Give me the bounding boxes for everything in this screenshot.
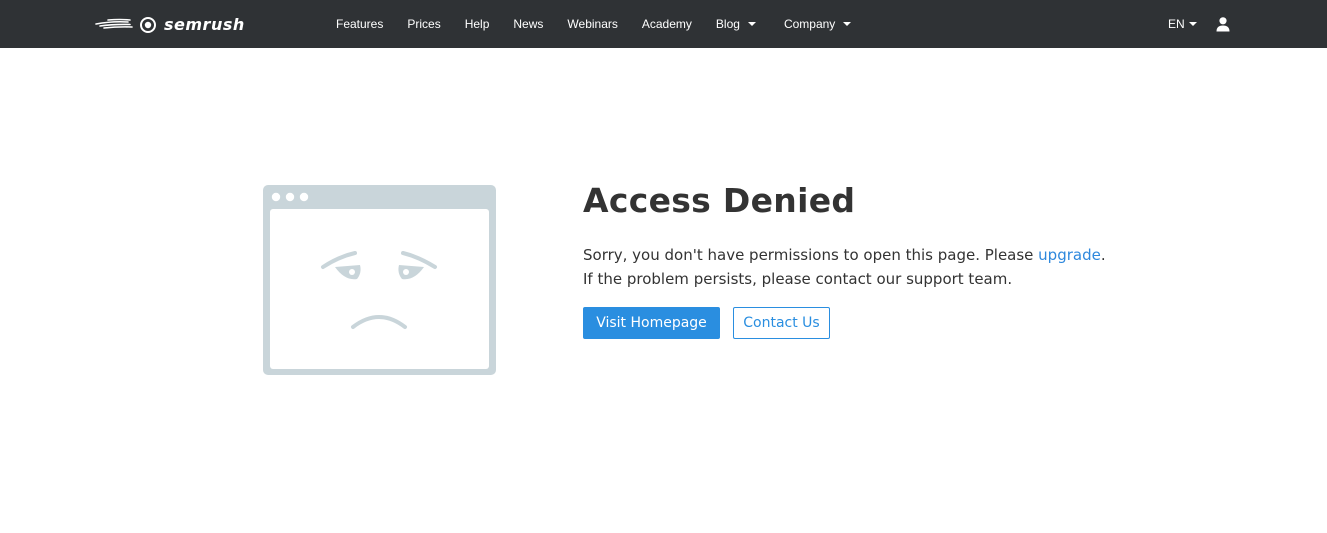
nav-blog-dropdown[interactable]: Blog <box>716 17 756 31</box>
error-message: Sorry, you don't have permissions to ope… <box>583 243 1143 291</box>
top-navbar: semrush Features Prices Help News Webina… <box>0 0 1327 48</box>
nav-academy[interactable]: Academy <box>642 17 692 31</box>
nav-help[interactable]: Help <box>465 17 490 31</box>
message-line-2: If the problem persists, please contact … <box>583 270 1013 288</box>
user-icon <box>1216 17 1230 32</box>
language-selector[interactable]: EN <box>1168 17 1197 31</box>
nav-news[interactable]: News <box>513 17 543 31</box>
sad-browser-window-icon <box>263 185 496 375</box>
visit-homepage-button[interactable]: Visit Homepage <box>583 307 720 339</box>
nav-features[interactable]: Features <box>336 17 383 31</box>
nav-blog-label: Blog <box>715 17 740 31</box>
action-buttons: Visit Homepage Contact Us <box>583 307 1143 339</box>
main-menu: Features Prices Help News Webinars Acade… <box>336 0 879 48</box>
nav-webinars[interactable]: Webinars <box>567 17 617 31</box>
brand-name: semrush <box>164 14 245 34</box>
nav-prices[interactable]: Prices <box>407 17 440 31</box>
page-title: Access Denied <box>583 181 856 220</box>
message-period: . <box>1100 246 1106 264</box>
language-label: EN <box>1168 17 1185 31</box>
semrush-fireball-icon <box>95 17 156 33</box>
chevron-down-icon <box>747 22 756 26</box>
upgrade-link[interactable]: upgrade <box>1038 246 1101 264</box>
nav-company-label: Company <box>783 17 836 31</box>
error-content: Access Denied Sorry, you don't have perm… <box>583 180 1143 339</box>
chevron-down-icon <box>1188 22 1197 26</box>
nav-company-dropdown[interactable]: Company <box>783 17 852 31</box>
contact-us-button[interactable]: Contact Us <box>733 307 830 339</box>
nav-right: EN <box>1168 0 1231 48</box>
message-text: Sorry, you don't have permissions to ope… <box>583 246 1039 264</box>
user-menu-button[interactable] <box>1215 16 1231 32</box>
semrush-logo[interactable]: semrush <box>94 12 262 36</box>
chevron-down-icon <box>843 22 852 26</box>
